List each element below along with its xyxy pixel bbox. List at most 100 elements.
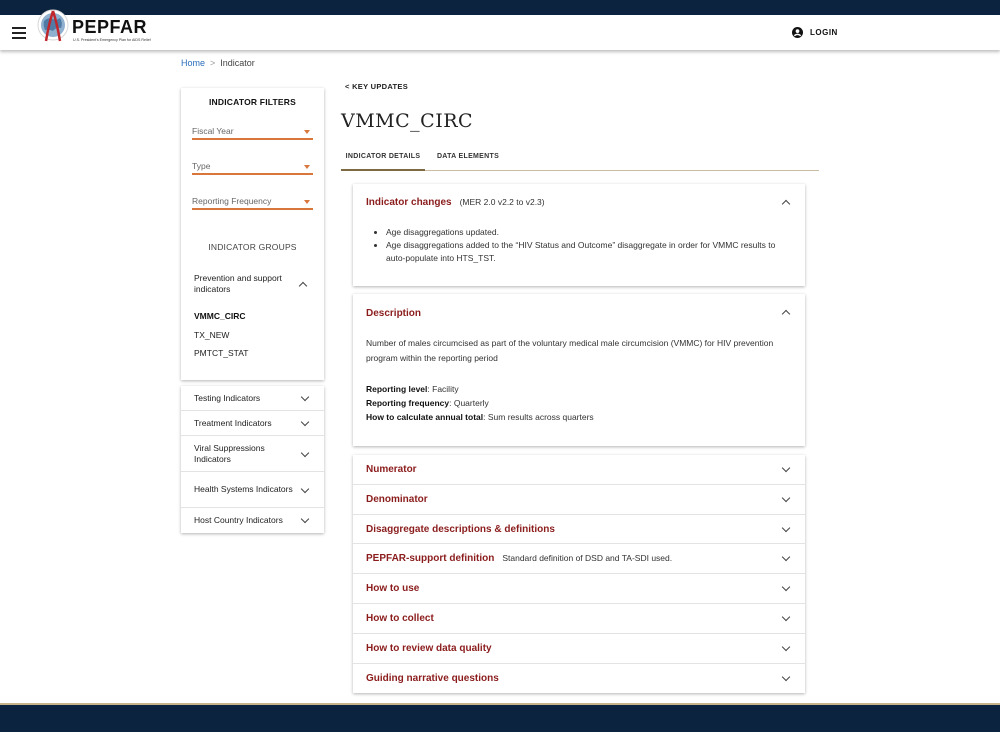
chevron-up-icon[interactable] <box>781 309 791 319</box>
accordion-how-to-review-data-quality[interactable]: How to review data quality <box>353 634 805 664</box>
accordion-disaggregate-descriptions[interactable]: Disaggregate descriptions & definitions <box>353 515 805 545</box>
description-panel: Description Number of males circumcised … <box>353 294 805 446</box>
chevron-down-icon <box>781 463 791 473</box>
indicator-changes-panel: Indicator changes (MER 2.0 v2.2 to v2.3) … <box>353 184 805 286</box>
fiscal-year-select[interactable]: Fiscal Year <box>192 124 313 140</box>
chevron-down-icon <box>300 417 310 427</box>
annual-total-label: How to calculate annual total <box>366 412 484 422</box>
accordion-title: Guiding narrative questions <box>366 672 499 684</box>
fiscal-year-label: Fiscal Year <box>192 126 234 136</box>
accordion-how-to-collect[interactable]: How to collect <box>353 604 805 634</box>
login-button[interactable]: LOGIN <box>792 27 838 38</box>
group-label: Testing Indicators <box>194 392 261 403</box>
indicator-changes-list: Age disaggregations updated. Age disaggr… <box>374 226 779 265</box>
brand-name: PEPFAR <box>72 17 148 37</box>
dropdown-caret-icon <box>304 200 310 204</box>
pepfar-logo <box>37 9 69 42</box>
group-label: Treatment Indicators <box>194 417 272 428</box>
chevron-down-icon <box>781 553 791 562</box>
chevron-down-icon <box>300 484 310 494</box>
chevron-up-icon[interactable] <box>781 199 791 209</box>
reporting-level-label: Reporting level <box>366 384 428 394</box>
breadcrumb-current: Indicator <box>220 58 255 68</box>
reporting-frequency-label: Reporting frequency <box>366 398 450 408</box>
accordion-title: Numerator <box>366 464 417 475</box>
description-title[interactable]: Description <box>366 308 421 319</box>
breadcrumb-home-link[interactable]: Home <box>181 58 205 68</box>
group-prevention-and-support: Prevention and support indicators VMMC_C… <box>181 263 324 380</box>
page-title: VMMC_CIRC <box>341 110 474 132</box>
site-footer <box>0 703 1000 732</box>
reporting-frequency-select[interactable]: Reporting Frequency <box>192 194 313 210</box>
group-health-systems-indicators[interactable]: Health Systems Indicators <box>181 472 324 508</box>
type-select[interactable]: Type <box>192 159 313 175</box>
group-prevention-header[interactable]: Prevention and support indicators <box>194 273 294 295</box>
group-label: Viral Suppressions Indicators <box>194 442 265 464</box>
accordion-how-to-use[interactable]: How to use <box>353 574 805 604</box>
indicator-groups-title: INDICATOR GROUPS <box>208 242 297 252</box>
indicator-changes-header[interactable]: Indicator changes (MER 2.0 v2.2 to v2.3) <box>366 197 545 208</box>
brand-tagline: U.S. President's Emergency Plan for AIDS… <box>73 38 151 42</box>
reporting-frequency-label: Reporting Frequency <box>192 196 272 206</box>
reporting-level: Reporting level: Facility <box>366 384 459 394</box>
chevron-down-icon <box>781 523 791 532</box>
login-label: LOGIN <box>810 28 838 37</box>
indicator-changes-title: Indicator changes <box>366 197 452 208</box>
reporting-frequency: Reporting frequency: Quarterly <box>366 398 489 408</box>
chevron-down-icon <box>781 612 791 622</box>
account-circle-icon <box>792 27 803 38</box>
chevron-down-icon <box>300 514 310 524</box>
accordion-denominator[interactable]: Denominator <box>353 485 805 515</box>
indicator-link-vmmc-circ[interactable]: VMMC_CIRC <box>194 311 245 321</box>
chevron-down-icon <box>781 672 791 681</box>
annual-total: How to calculate annual total: Sum resul… <box>366 412 594 422</box>
description-text: Number of males circumcised as part of t… <box>366 338 774 363</box>
indicator-group-list: Testing Indicators Treatment Indicators … <box>181 386 324 533</box>
indicator-link-pmtct-stat[interactable]: PMTCT_STAT <box>194 348 248 358</box>
chevron-down-icon <box>781 582 791 592</box>
accordion-guiding-narrative-questions[interactable]: Guiding narrative questions <box>353 664 805 694</box>
chevron-down-icon <box>300 448 310 458</box>
breadcrumb-separator: > <box>210 58 216 68</box>
list-item: Age disaggregations added to the “HIV St… <box>386 239 779 265</box>
chevron-down-icon <box>781 493 791 503</box>
indicator-changes-subtitle: (MER 2.0 v2.2 to v2.3) <box>459 197 545 207</box>
chevron-up-icon[interactable] <box>298 281 308 291</box>
accordion-title: Denominator <box>366 493 428 505</box>
tab-data-elements[interactable]: DATA ELEMENTS <box>431 153 505 171</box>
group-testing-indicators[interactable]: Testing Indicators <box>181 386 324 411</box>
accordion-pepfar-support-definition[interactable]: PEPFAR-support definition Standard defini… <box>353 544 805 575</box>
key-updates-back-link[interactable]: < KEY UPDATES <box>345 82 408 91</box>
breadcrumb: Home > Indicator <box>181 58 255 68</box>
accordion-title: Disaggregate descriptions & definitions <box>366 523 555 535</box>
dropdown-caret-icon <box>304 130 310 134</box>
group-host-country-indicators[interactable]: Host Country Indicators <box>181 508 324 533</box>
tab-indicator-details[interactable]: INDICATOR DETAILS <box>341 153 425 171</box>
group-treatment-indicators[interactable]: Treatment Indicators <box>181 411 324 436</box>
reporting-frequency-value: : Quarterly <box>449 398 489 408</box>
group-label: Health Systems Indicators <box>194 484 293 494</box>
sidebar: INDICATOR FILTERS Fiscal Year Type Repor… <box>181 88 324 533</box>
accordion-numerator[interactable]: Numerator <box>353 455 805 485</box>
list-item: Age disaggregations updated. <box>386 226 779 239</box>
annual-total-value: : Sum results across quarters <box>483 412 594 422</box>
tab-bar: INDICATOR DETAILS DATA ELEMENTS <box>341 150 819 171</box>
chevron-down-icon <box>781 642 791 652</box>
type-label: Type <box>192 161 211 171</box>
indicator-link-tx-new[interactable]: TX_NEW <box>194 330 229 340</box>
accordion-title-wrap: PEPFAR-support definition Standard defini… <box>366 553 672 564</box>
accordion-title: PEPFAR-support definition <box>366 553 495 565</box>
indicator-filters-card: INDICATOR FILTERS Fiscal Year Type Repor… <box>181 88 324 380</box>
accordion-list: Numerator Denominator Disaggregate descr… <box>353 455 805 693</box>
dropdown-caret-icon <box>304 165 310 169</box>
top-stripe <box>0 0 1000 15</box>
site-header: PEPFAR U.S. President's Emergency Plan f… <box>0 9 1000 50</box>
accordion-note: Standard definition of DSD and TA-SDI us… <box>502 553 673 564</box>
group-viral-suppressions-indicators[interactable]: Viral Suppressions Indicators <box>181 436 324 472</box>
chevron-down-icon <box>300 392 310 402</box>
filters-title: INDICATOR FILTERS <box>209 97 296 107</box>
hamburger-menu-icon[interactable] <box>12 27 26 39</box>
group-label: Host Country Indicators <box>194 515 283 525</box>
accordion-title: How to use <box>366 583 420 595</box>
accordion-title: How to review data quality <box>366 642 492 654</box>
